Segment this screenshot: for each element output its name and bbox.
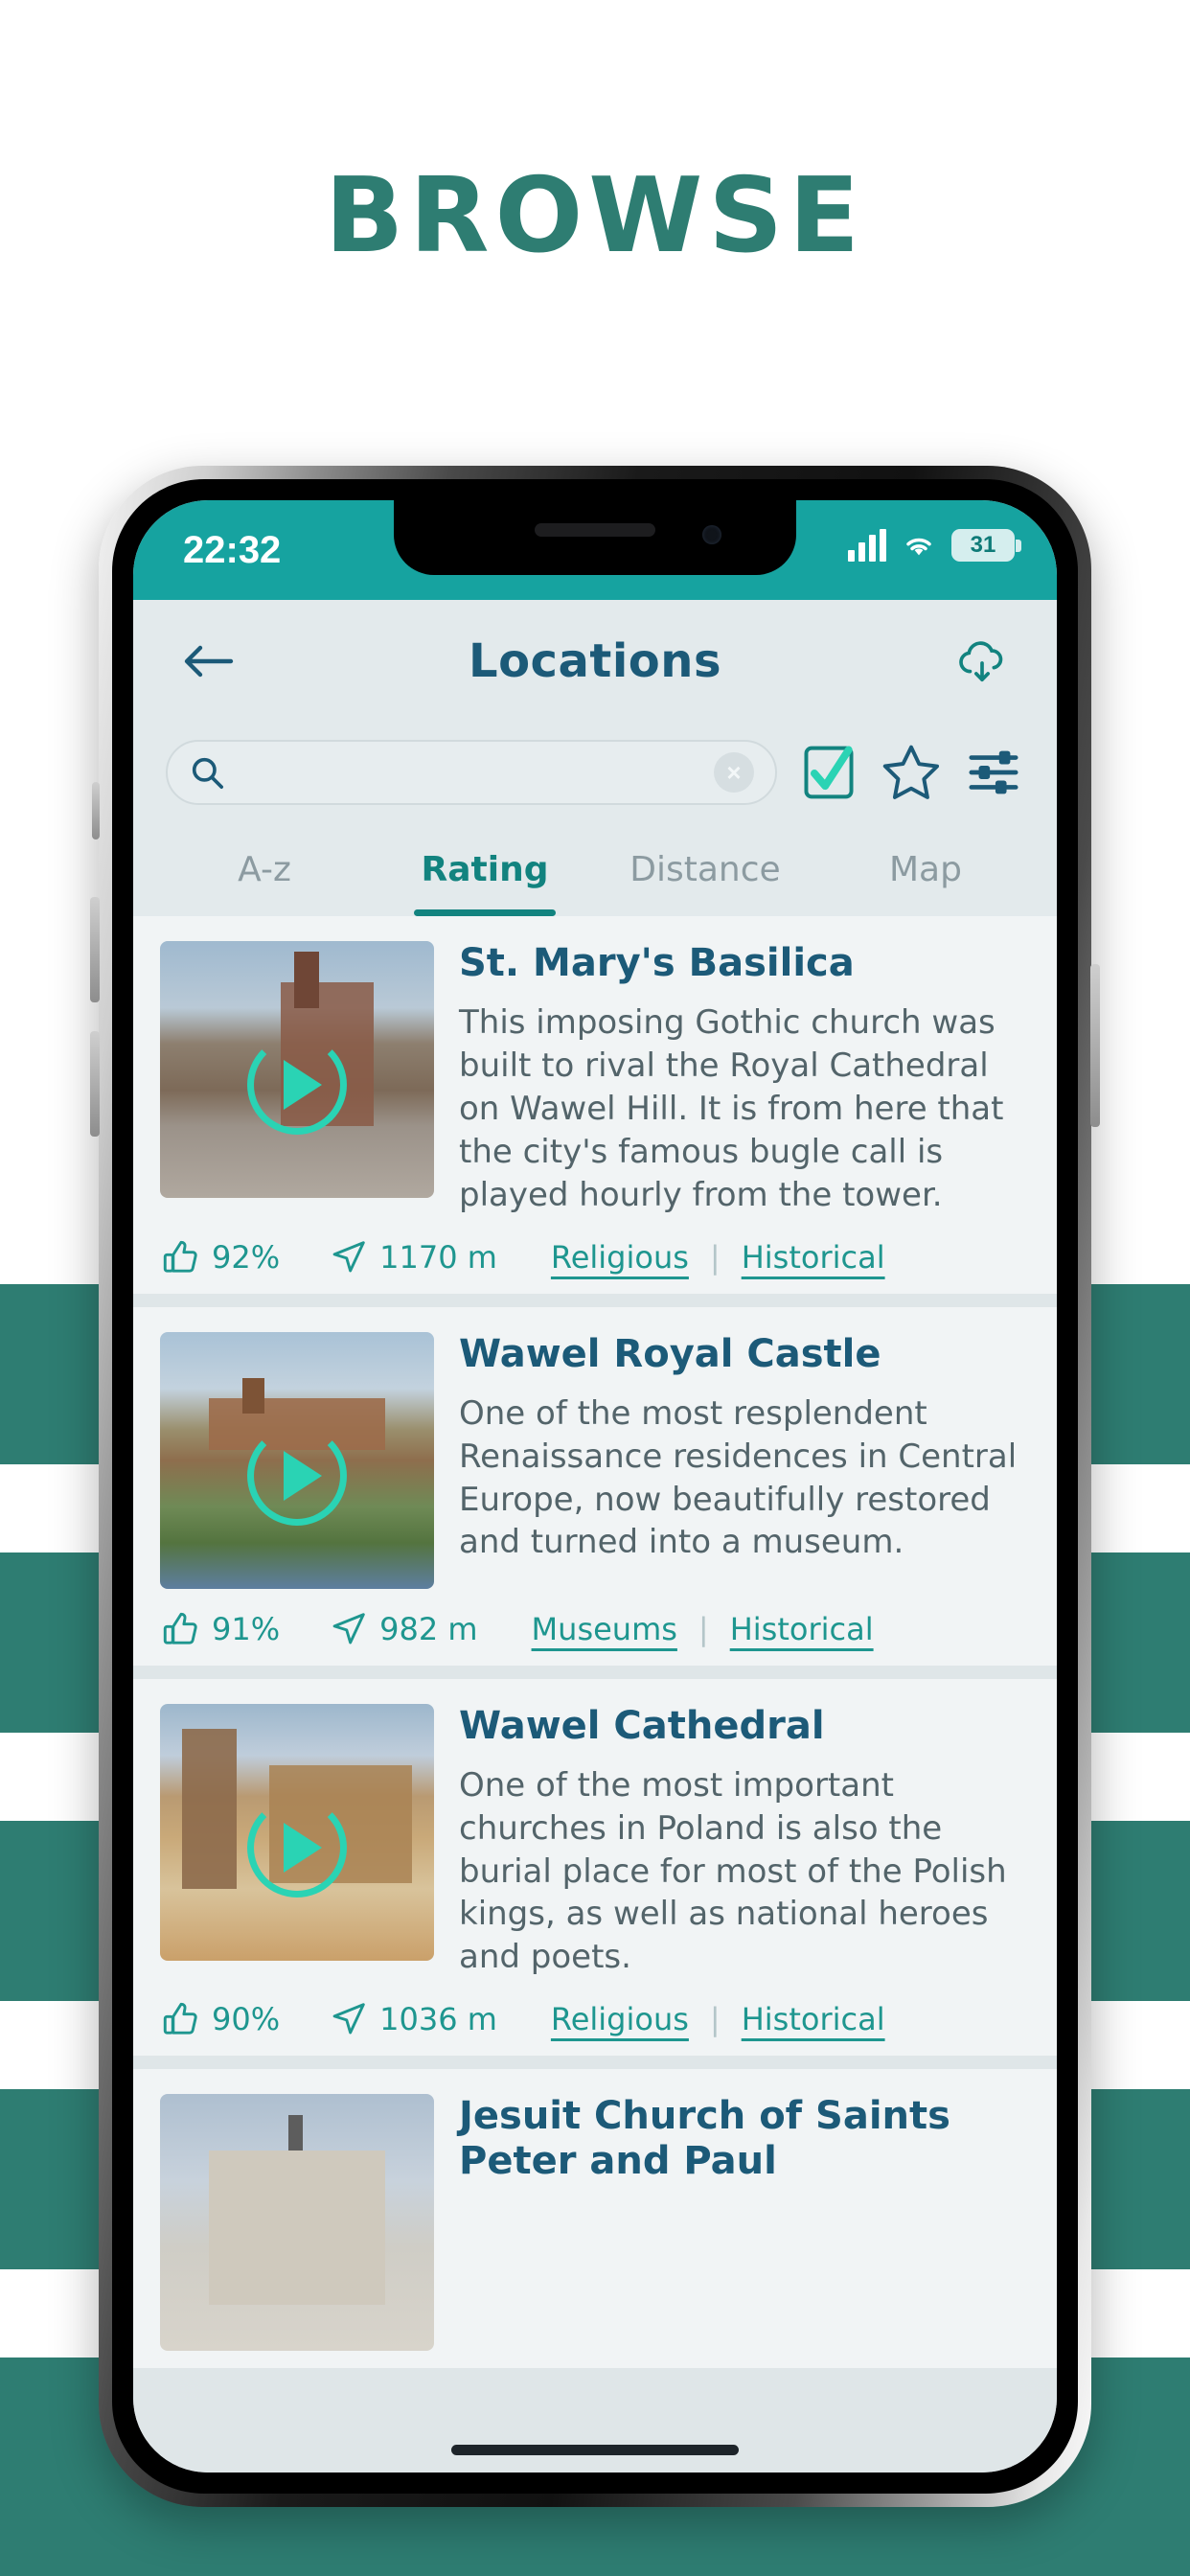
list-item[interactable]: Wawel Royal Castle One of the most respl… [133,1306,1057,1666]
card-meta: 91% 982 m Museums | Historical [133,1589,1057,1648]
play-circle-icon[interactable] [247,1425,347,1526]
list-item[interactable]: Wawel Cathedral One of the most importan… [133,1678,1057,2057]
list-item-thumbnail[interactable] [160,1703,434,1961]
tag-separator: | [709,1238,721,1276]
phone-notch [394,500,796,575]
list-item-title: Wawel Cathedral [459,1703,825,1748]
tag-link[interactable]: Historical [730,1611,874,1647]
list-item[interactable]: Jesuit Church of Saints Peter and Paul [133,2069,1057,2369]
tab-distance[interactable]: Distance [595,822,815,916]
app-header: Locations [133,600,1057,723]
tab-rating[interactable]: Rating [375,822,595,916]
tag-separator: | [709,2001,721,2038]
card-top: Jesuit Church of Saints Peter and Paul [133,2094,1057,2352]
rating-group: 91% [162,1610,280,1648]
distance-group: 1170 m [330,1238,497,1276]
mute-switch [92,782,100,840]
status-indicators: 31 [848,529,1021,562]
distance-group: 1036 m [330,2000,497,2038]
home-indicator[interactable] [451,2445,739,2455]
list-item-title: Jesuit Church of Saints Peter and Paul [459,2094,950,2184]
star-outline-icon[interactable] [881,742,942,803]
thumbnail-tower [294,951,319,1008]
status-time: 22:32 [183,529,282,571]
card-top: Wawel Royal Castle One of the most respl… [133,1331,1057,1589]
cloud-download-icon[interactable] [951,631,1013,692]
tag-link[interactable]: Museums [532,1611,677,1647]
card-body: Jesuit Church of Saints Peter and Paul [459,2094,1030,2351]
earpiece-speaker [535,523,655,537]
clear-search-icon[interactable]: × [714,752,754,793]
distance-value: 982 m [379,1610,478,1647]
card-body: Wawel Cathedral One of the most importan… [459,1704,1030,1980]
search-input[interactable] [239,756,714,789]
tag-link[interactable]: Religious [551,2001,689,2037]
card-meta: 92% 1170 m Religious | Historical [133,1217,1057,1276]
page-title: BROWSE [325,156,865,276]
distance-value: 1036 m [379,2001,497,2038]
list-item[interactable]: St. Mary's Basilica This imposing Gothic… [133,916,1057,1294]
thumbs-up-icon [163,1612,197,1644]
rating-value: 91% [212,1610,281,1647]
card-top: St. Mary's Basilica This imposing Gothic… [133,941,1057,1217]
locations-list[interactable]: St. Mary's Basilica This imposing Gothic… [133,916,1057,2472]
tag-link[interactable]: Historical [742,2001,885,2037]
rating-value: 92% [212,1238,281,1276]
filter-sliders-icon[interactable] [963,742,1024,803]
thumbnail-tower [241,1377,264,1414]
list-item-title: Wawel Royal Castle [459,1331,881,1376]
tag-link[interactable]: Historical [742,1239,885,1276]
rating-group: 92% [162,1238,280,1276]
card-top: Wawel Cathedral One of the most importan… [133,1703,1057,1980]
distance-value: 1170 m [379,1238,497,1276]
front-camera [702,525,721,544]
list-item-thumbnail[interactable] [160,2094,434,2352]
card-body: St. Mary's Basilica This imposing Gothic… [459,941,1030,1217]
signal-bars-icon [848,529,886,562]
poster-root: BROWSE 22:32 31 Locations × A-z Rating D… [0,0,1190,2576]
tag-separator: | [698,1610,709,1647]
thumbs-up-icon [163,2003,197,2035]
search-row: × [133,723,1057,822]
thumbs-up-icon [163,1240,197,1273]
thumbnail-cross [288,2114,303,2151]
battery-icon: 31 [951,529,1021,562]
card-meta: 90% 1036 m Religious | Historical [133,1979,1057,2038]
phone-mockup: 22:32 31 Locations × A-z Rating Distance… [90,466,1100,2507]
wifi-icon [906,538,931,556]
list-item-description: This imposing Gothic church was built to… [459,1003,1004,1214]
thumbnail-tower [181,1729,238,1889]
distance-group: 982 m [330,1610,478,1648]
sort-tabs: A-z Rating Distance Map [133,822,1057,916]
app-bar-title: Locations [468,634,722,688]
tag-link[interactable]: Religious [551,1239,689,1276]
navigation-arrow-icon [332,2003,365,2035]
back-arrow-icon[interactable] [177,631,239,692]
thumbnail-detail [209,2150,385,2305]
search-box[interactable]: × [166,740,777,805]
phone-screen: 22:32 31 Locations × A-z Rating Distance… [133,500,1057,2472]
phone-bezel: 22:32 31 Locations × A-z Rating Distance… [112,479,1078,2494]
play-circle-icon[interactable] [247,1035,347,1136]
card-body: Wawel Royal Castle One of the most respl… [459,1332,1030,1589]
battery-level: 31 [970,532,996,558]
list-item-thumbnail[interactable] [160,1331,434,1589]
volume-down-button [90,1031,100,1137]
list-item-thumbnail[interactable] [160,941,434,1198]
tab-map[interactable]: Map [815,822,1036,916]
power-button [1090,964,1100,1127]
volume-up-button [90,897,100,1002]
navigation-arrow-icon [332,1240,365,1273]
checkbox-checked-icon[interactable] [798,742,859,803]
navigation-arrow-icon [332,1612,365,1644]
play-circle-icon[interactable] [247,1797,347,1898]
list-item-title: St. Mary's Basilica [459,941,855,985]
search-icon [192,757,224,790]
list-item-description: One of the most important churches in Po… [459,1765,1007,1977]
list-item-description: One of the most resplendent Renaissance … [459,1393,1018,1562]
rating-group: 90% [162,2000,280,2038]
tab-a-z[interactable]: A-z [154,822,375,916]
rating-value: 90% [212,2001,281,2038]
